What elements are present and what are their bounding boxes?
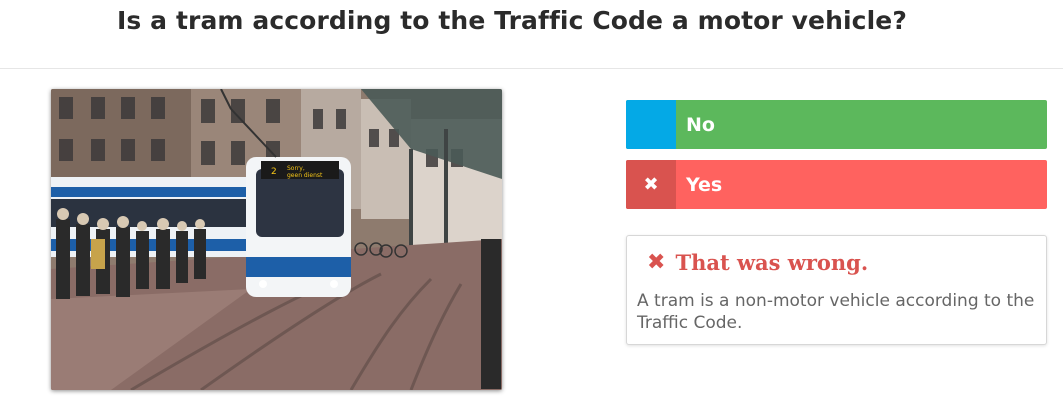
- question-header: Is a tram according to the Traffic Code …: [0, 0, 1063, 69]
- tram-route-number: 2: [271, 167, 277, 177]
- feedback-title: That was wrong.: [675, 250, 869, 275]
- tram-sign-line2: geen dienst: [287, 172, 323, 179]
- answer-yes-button[interactable]: ✖ Yes: [626, 160, 1047, 209]
- question-image: 2 Sorry, geen dienst: [51, 89, 502, 390]
- wrong-x-icon: ✖: [647, 250, 666, 275]
- answer-no-marker: [626, 100, 676, 149]
- answer-no-label: No: [686, 113, 715, 136]
- feedback-box: ✖ That was wrong. A tram is a non-motor …: [626, 235, 1047, 345]
- question-title: Is a tram according to the Traffic Code …: [117, 6, 907, 35]
- tram-sign-line1: Sorry,: [287, 165, 305, 172]
- feedback-heading: ✖ That was wrong.: [647, 250, 868, 275]
- tram-street-illustration: 2 Sorry, geen dienst: [51, 89, 502, 390]
- feedback-explanation: A tram is a non-motor vehicle according …: [637, 291, 1035, 333]
- quiz-page: Is a tram according to the Traffic Code …: [0, 0, 1063, 403]
- answer-yes-label: Yes: [686, 173, 723, 196]
- wrong-answer-x-icon: ✖: [626, 160, 676, 209]
- answer-no-button[interactable]: No: [626, 100, 1047, 149]
